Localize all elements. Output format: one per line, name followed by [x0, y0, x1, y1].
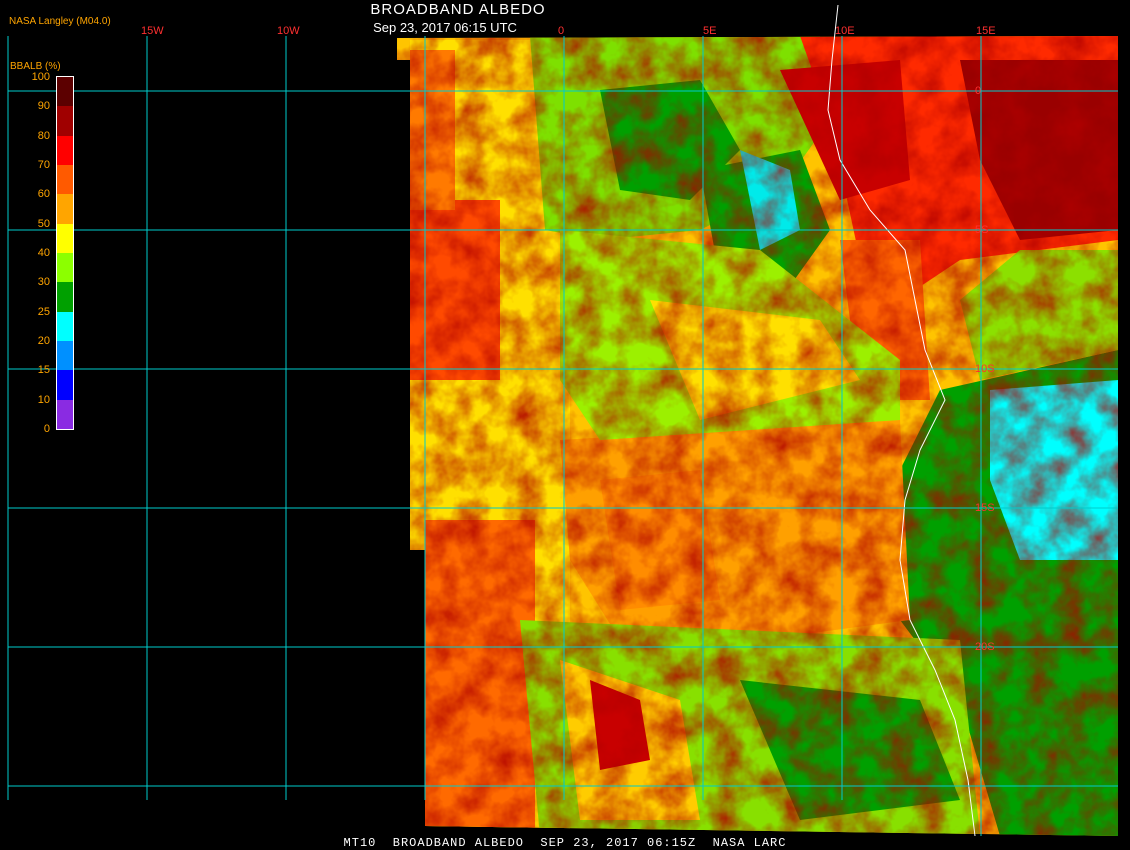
legend-tick-label: 20	[37, 335, 50, 347]
legend-tick-label: 90	[37, 100, 50, 113]
legend-tick-label: 100	[31, 71, 50, 83]
map-subtitle: Sep 23, 2017 06:15 UTC	[373, 20, 517, 35]
legend-swatch	[57, 194, 73, 225]
legend-swatch	[57, 311, 73, 342]
legend-tick-label: 70	[37, 159, 50, 171]
legend-swatch	[57, 370, 73, 401]
lat-label-20s: 20S	[975, 641, 995, 653]
footer-org: NASA LARC	[712, 836, 787, 850]
legend-tick-label: 30	[37, 276, 50, 289]
legend-tick-label: 25	[37, 305, 50, 318]
legend-swatch	[57, 106, 73, 137]
legend-tick-label: 0	[43, 423, 50, 435]
lon-label-15e: 15E	[976, 25, 996, 37]
legend-tick-label: 80	[37, 129, 50, 142]
albedo-map: 15W 10W 0 5E 10E 15E 0 5S 10S 15S 20S	[7, 4, 1118, 837]
footer-caption: MT10 BROADBAND ALBEDO SEP 23, 2017 06:15…	[0, 836, 1130, 850]
legend-swatch	[57, 253, 73, 283]
legend-swatch	[57, 77, 73, 107]
footer-datetime: SEP 23, 2017 06:15Z	[540, 836, 697, 850]
legend-swatch	[57, 282, 73, 313]
albedo-data-field	[397, 36, 1118, 836]
legend-swatch	[57, 341, 73, 371]
legend-swatch	[57, 223, 73, 254]
footer-product: MT10	[343, 836, 377, 850]
lat-label-10s: 10S	[975, 363, 995, 375]
legend-tick-label: 40	[37, 247, 50, 259]
legend-tick-label: 50	[37, 217, 50, 230]
lat-label-15s: 15S	[975, 502, 995, 514]
legend-colorbar	[56, 76, 74, 430]
lat-label-5s: 5S	[975, 224, 988, 236]
footer-title: BROADBAND ALBEDO	[392, 836, 524, 850]
lat-label-0: 0	[975, 85, 981, 97]
legend-swatch	[57, 399, 73, 430]
legend-tick-label: 15	[37, 364, 50, 377]
legend-tick-label: 60	[37, 188, 50, 201]
legend-swatch	[57, 135, 73, 166]
legend-tick-label: 10	[37, 393, 50, 406]
legend-swatch	[57, 165, 73, 195]
map-title: BROADBAND ALBEDO	[370, 1, 546, 18]
